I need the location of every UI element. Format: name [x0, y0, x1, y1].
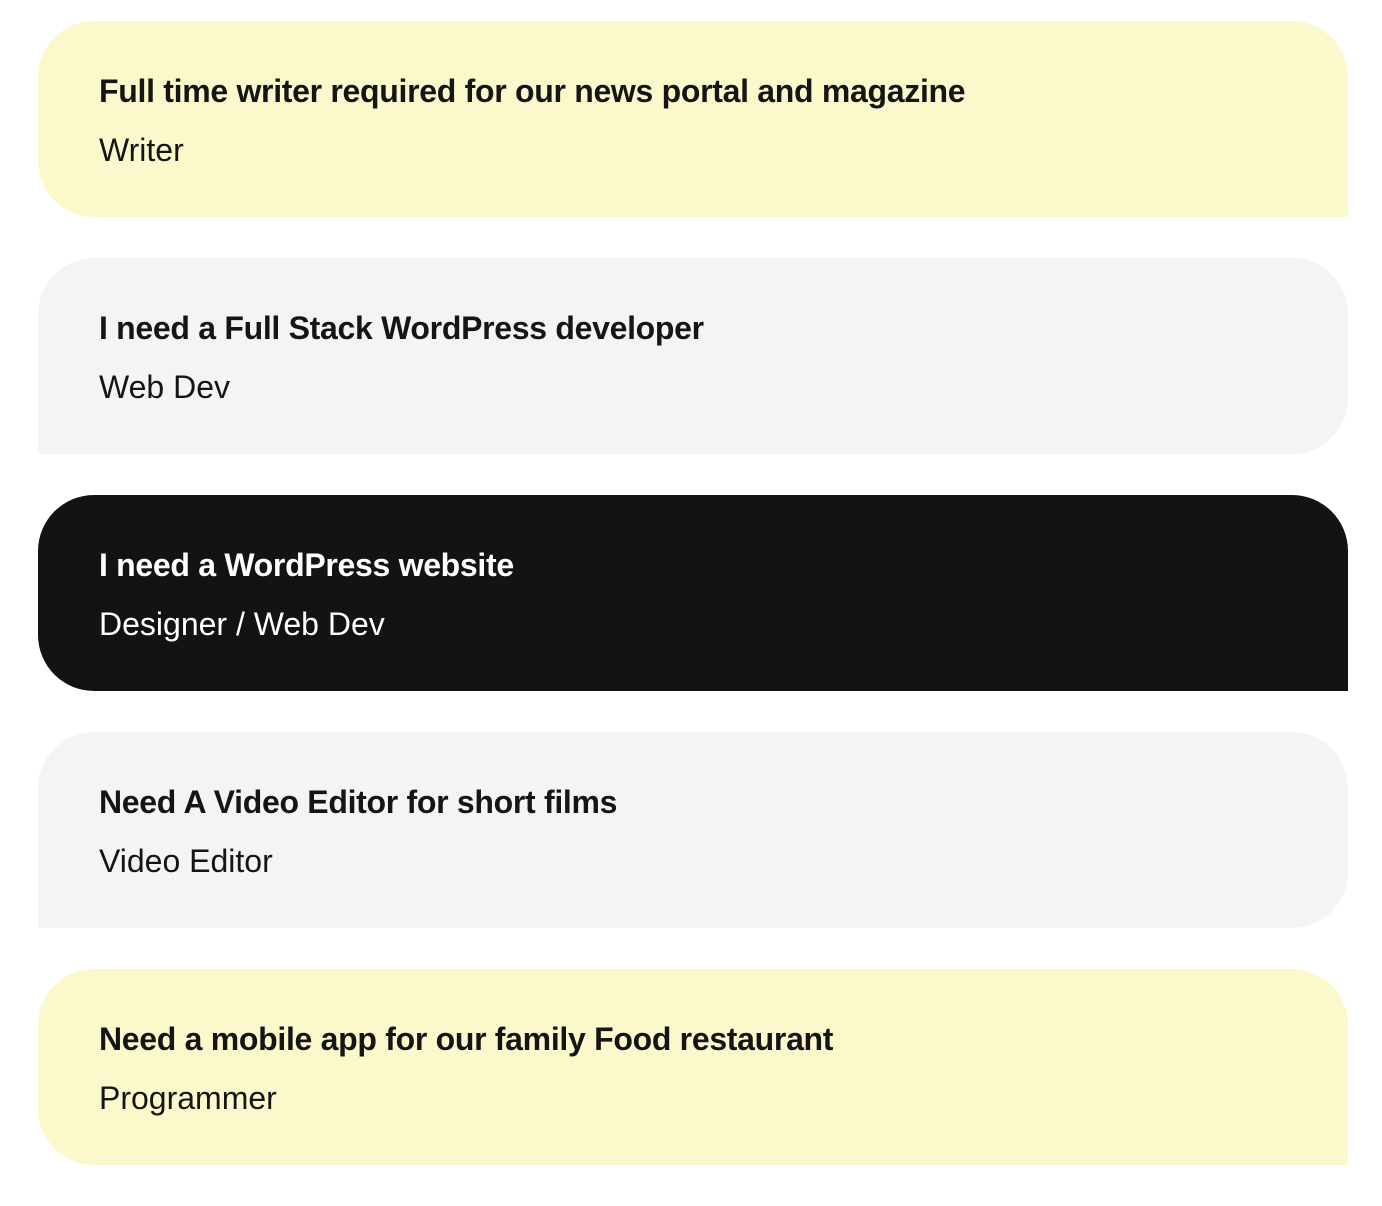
job-category: Video Editor: [99, 843, 273, 879]
job-card-writer[interactable]: Full time writer required for our news p…: [38, 21, 1348, 217]
job-title: Need A Video Editor for short films: [99, 784, 618, 820]
job-card-wordpress-developer[interactable]: I need a Full Stack WordPress developer …: [38, 258, 1348, 454]
job-title: Full time writer required for our news p…: [99, 73, 966, 109]
job-title: I need a Full Stack WordPress developer: [99, 310, 704, 346]
job-category: Programmer: [99, 1080, 277, 1116]
job-category: Web Dev: [99, 369, 231, 405]
job-title: I need a WordPress website: [99, 547, 514, 583]
job-card-mobile-app[interactable]: Need a mobile app for our family Food re…: [38, 969, 1348, 1165]
job-list: Full time writer required for our news p…: [38, 21, 1348, 1206]
job-card-wordpress-website[interactable]: I need a WordPress website Designer / We…: [38, 495, 1348, 691]
job-card-video-editor[interactable]: Need A Video Editor for short films Vide…: [38, 732, 1348, 928]
job-category: Writer: [99, 132, 184, 168]
job-title: Need a mobile app for our family Food re…: [99, 1021, 834, 1057]
job-category: Designer / Web Dev: [99, 606, 385, 642]
